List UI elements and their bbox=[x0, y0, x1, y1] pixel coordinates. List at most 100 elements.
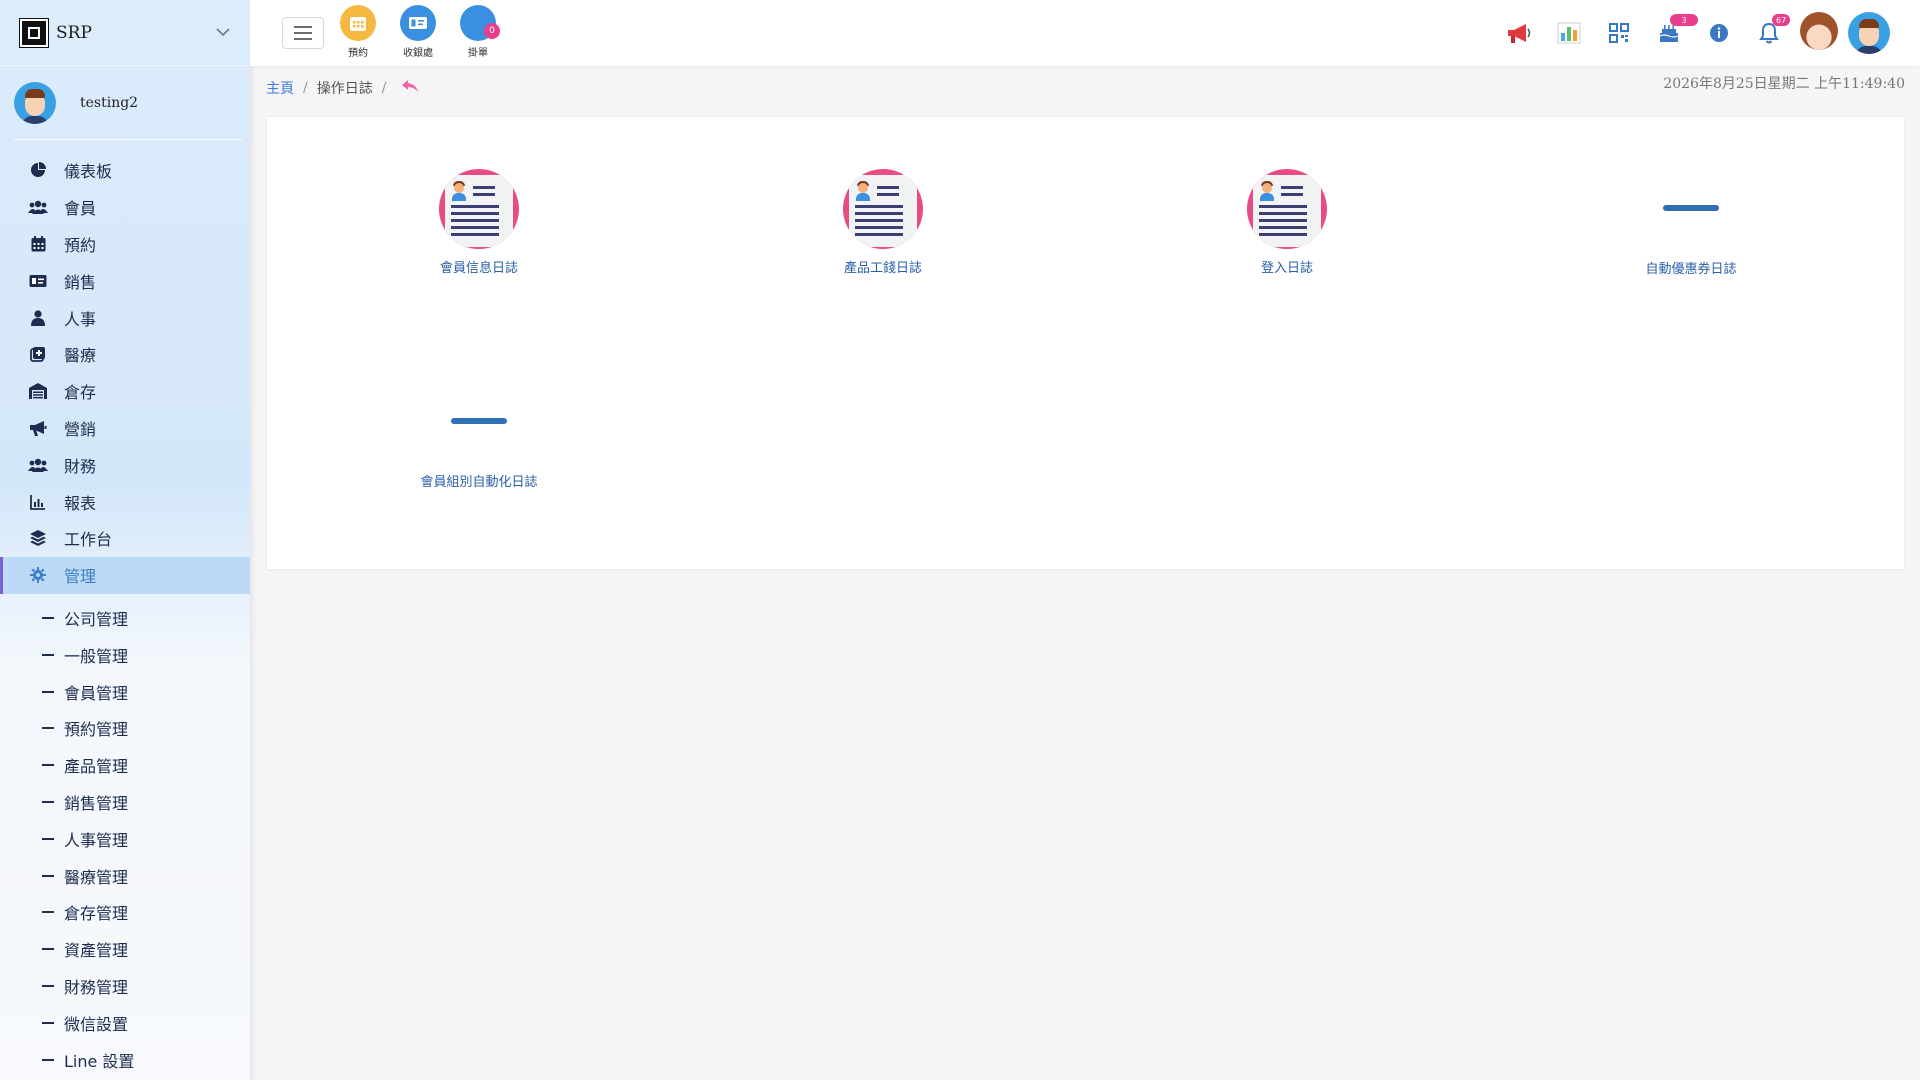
topbar: 預約 收銀處 0 掛單 3 67 bbox=[250, 0, 1920, 66]
quick-booking-label: 預約 bbox=[348, 48, 368, 59]
sidebar-item-medical[interactable]: 醫療 bbox=[0, 336, 250, 373]
quick-pending-button[interactable]: 0 掛單 bbox=[450, 5, 506, 59]
sidebar-item-marketing[interactable]: 營銷 bbox=[0, 410, 250, 447]
submenu-item-products[interactable]: 產品管理 bbox=[0, 747, 250, 784]
sidebar-item-label: 儀表板 bbox=[64, 162, 113, 182]
dash-icon bbox=[42, 1058, 54, 1061]
sidebar-item-dashboard[interactable]: 儀表板 bbox=[0, 152, 250, 189]
sidebar-item-hr[interactable]: 人事 bbox=[0, 299, 250, 336]
submenu-item-label: 財務管理 bbox=[64, 977, 129, 997]
chevron-down-icon[interactable] bbox=[216, 25, 230, 41]
quick-pending-label: 掛單 bbox=[468, 48, 488, 59]
tile-label: 自動優惠券日誌 bbox=[1645, 262, 1737, 277]
warehouse-icon bbox=[28, 382, 48, 400]
submenu-item-wechat[interactable]: 微信設置 bbox=[0, 1004, 250, 1041]
sidebar-item-label: 財務 bbox=[64, 456, 97, 476]
sidebar-item-booking[interactable]: 預約 bbox=[0, 226, 250, 263]
avatar-girl[interactable] bbox=[1798, 12, 1840, 54]
sidebar-item-label: 銷售 bbox=[64, 272, 97, 292]
avatar bbox=[14, 81, 56, 124]
dash-icon bbox=[42, 911, 54, 914]
submenu-item-finance[interactable]: 財務管理 bbox=[0, 968, 250, 1005]
qr-code-icon[interactable] bbox=[1598, 12, 1640, 54]
submenu-item-inventory[interactable]: 倉存管理 bbox=[0, 894, 250, 931]
money-card-icon bbox=[28, 272, 48, 290]
dash-icon bbox=[42, 984, 54, 987]
tile-label: 產品工錢日誌 bbox=[843, 261, 922, 276]
users-icon bbox=[28, 198, 48, 216]
user-profile[interactable]: testing2 bbox=[14, 66, 242, 140]
breadcrumb: 主頁 / 操作日誌 / bbox=[266, 78, 419, 98]
bell-icon[interactable]: 67 bbox=[1748, 12, 1791, 54]
birthday-count-badge: 3 bbox=[1670, 14, 1698, 26]
submenu-item-label: 資產管理 bbox=[64, 941, 129, 961]
breadcrumb-separator: / bbox=[381, 80, 387, 96]
sidebar-menu: 儀表板 會員 預約 銷售 人事 醫療 倉存 營銷 財務 報表 工作台 管理 bbox=[0, 152, 250, 594]
submenu-item-booking[interactable]: 預約管理 bbox=[0, 710, 250, 747]
sidebar-item-label: 倉存 bbox=[64, 383, 97, 403]
person-icon bbox=[28, 309, 48, 327]
gear-icon bbox=[28, 566, 48, 584]
quick-cashier-button[interactable]: 收銀處 bbox=[390, 5, 446, 59]
breadcrumb-separator: / bbox=[303, 80, 308, 96]
pending-count-badge: 0 bbox=[484, 23, 500, 39]
submenu-item-label: 預約管理 bbox=[64, 720, 129, 740]
tile-label: 登入日誌 bbox=[1260, 261, 1313, 276]
chart-pie-icon bbox=[28, 161, 48, 179]
megaphone-icon bbox=[28, 419, 48, 437]
menu-toggle-button[interactable] bbox=[282, 17, 324, 49]
submenu-item-sales[interactable]: 銷售管理 bbox=[0, 784, 250, 821]
submenu-item-hr[interactable]: 人事管理 bbox=[0, 820, 250, 857]
quick-booking-button[interactable]: 預約 bbox=[330, 5, 386, 59]
sidebar-item-label: 預約 bbox=[64, 235, 97, 255]
dash-icon bbox=[42, 837, 54, 840]
sidebar-item-workbench[interactable]: 工作台 bbox=[0, 520, 250, 557]
report-chart-icon[interactable] bbox=[1548, 12, 1590, 54]
info-icon[interactable] bbox=[1698, 12, 1740, 54]
sidebar-item-finance[interactable]: 財務 bbox=[0, 446, 250, 483]
users-money-icon bbox=[28, 456, 48, 474]
tile-login-log[interactable]: 登入日誌 bbox=[1157, 169, 1417, 276]
breadcrumb-home-link[interactable]: 主頁 bbox=[266, 78, 294, 98]
announcement-icon[interactable] bbox=[1498, 12, 1540, 54]
current-datetime: 2026年8月25日星期二 上午11:49:40 bbox=[1663, 76, 1905, 92]
user-avatar[interactable] bbox=[1848, 12, 1890, 54]
tile-label: 會員信息日誌 bbox=[439, 261, 518, 276]
document-icon bbox=[843, 169, 923, 249]
submenu-item-label: 會員管理 bbox=[64, 683, 129, 703]
back-arrow-icon[interactable] bbox=[401, 79, 419, 97]
submenu-item-assets[interactable]: 資產管理 bbox=[0, 931, 250, 968]
notification-count-badge: 67 bbox=[1772, 14, 1791, 26]
user-name: testing2 bbox=[80, 94, 139, 111]
submenu-item-general[interactable]: 一般管理 bbox=[0, 636, 250, 673]
dash-icon bbox=[42, 616, 54, 619]
calendar-icon bbox=[340, 5, 376, 41]
sidebar-item-admin[interactable]: 管理 bbox=[0, 556, 250, 594]
submenu-item-line[interactable]: Line 設置 bbox=[0, 1041, 250, 1078]
dash-icon bbox=[42, 653, 54, 656]
sidebar-item-label: 營銷 bbox=[64, 419, 97, 439]
sidebar-item-sales[interactable]: 銷售 bbox=[0, 262, 250, 299]
birthday-cake-icon[interactable]: 3 bbox=[1648, 12, 1698, 54]
sidebar-item-reports[interactable]: 報表 bbox=[0, 483, 250, 520]
submenu-item-medical[interactable]: 醫療管理 bbox=[0, 857, 250, 894]
tile-product-commission-log[interactable]: 產品工錢日誌 bbox=[753, 169, 1013, 276]
dash-icon bbox=[42, 764, 54, 767]
brand-logo bbox=[19, 17, 49, 48]
submenu-item-label: 公司管理 bbox=[64, 609, 129, 629]
sidebar-item-label: 工作台 bbox=[64, 530, 113, 550]
brand-header[interactable]: SRP bbox=[0, 0, 250, 66]
sidebar-item-inventory[interactable]: 倉存 bbox=[0, 373, 250, 410]
admin-submenu: 公司管理 一般管理 會員管理 預約管理 產品管理 銷售管理 人事管理 醫療管理 … bbox=[0, 600, 250, 1078]
dash-icon bbox=[451, 418, 507, 424]
submenu-item-company[interactable]: 公司管理 bbox=[0, 600, 250, 637]
sidebar-item-members[interactable]: 會員 bbox=[0, 189, 250, 226]
dash-icon bbox=[1663, 205, 1719, 211]
quick-cashier-label: 收銀處 bbox=[403, 48, 433, 59]
tile-auto-coupon-log[interactable]: 自動優惠券日誌 bbox=[1561, 205, 1821, 277]
sidebar-item-label: 人事 bbox=[64, 309, 97, 329]
tile-member-info-log[interactable]: 會員信息日誌 bbox=[349, 169, 609, 276]
submenu-item-members[interactable]: 會員管理 bbox=[0, 673, 250, 710]
tile-member-group-automation-log[interactable]: 會員組別自動化日誌 bbox=[349, 418, 609, 490]
submenu-item-label: 倉存管理 bbox=[64, 904, 129, 924]
